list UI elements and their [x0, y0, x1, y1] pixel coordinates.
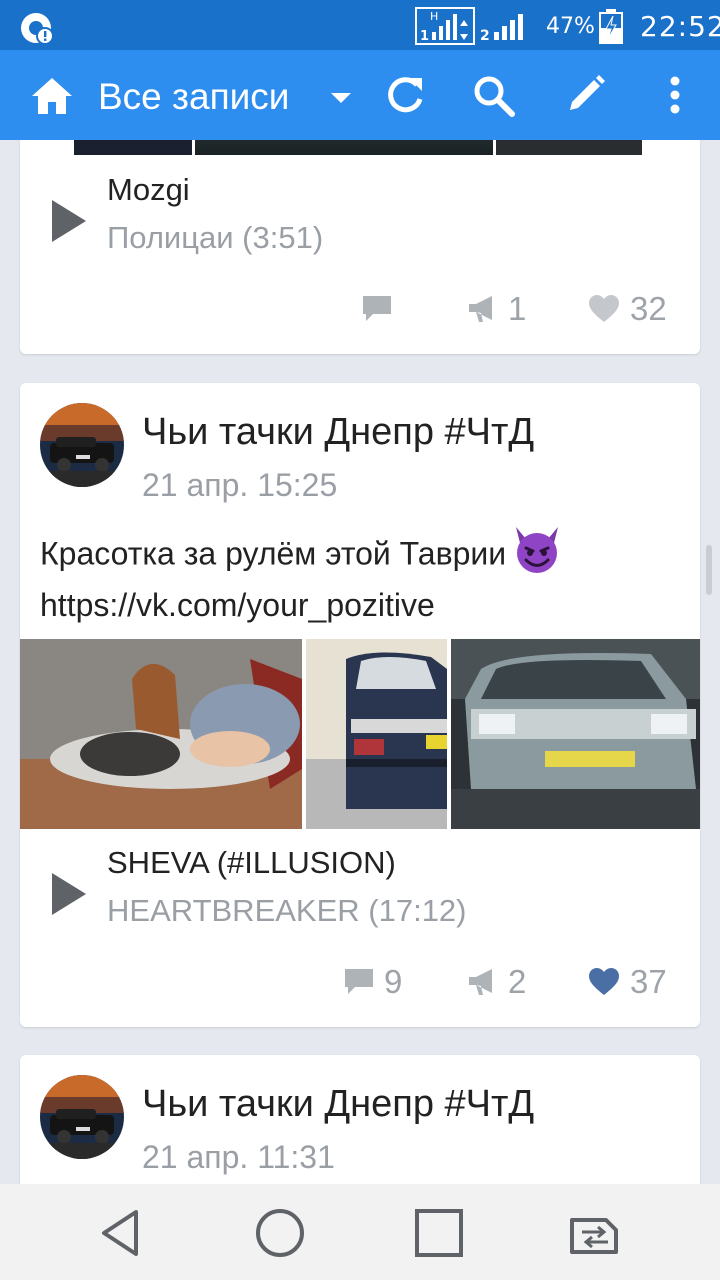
post-text: Красотка за рулём этой Таврии https://vk…	[40, 527, 680, 628]
svg-text:2: 2	[480, 28, 490, 44]
home-icon[interactable]	[28, 72, 76, 120]
comment-count: 9	[384, 963, 403, 1000]
refresh-icon[interactable]	[382, 72, 428, 118]
clock: 22:52	[640, 10, 720, 43]
tavria-rear-photo	[306, 639, 447, 829]
back-icon[interactable]	[96, 1206, 150, 1260]
audio-artist: SHEVA (#ILLUSION)	[107, 845, 396, 880]
home-circle-icon[interactable]	[253, 1206, 307, 1260]
sim2-signal-icon: 2	[480, 14, 523, 44]
repost-button[interactable]: 1	[466, 286, 556, 336]
post-photo[interactable]	[451, 639, 700, 829]
post-card: Mozgi Полицаи (3:51) 1 32	[20, 140, 700, 354]
tavria-front-photo	[451, 639, 700, 829]
car-avatar-image	[40, 1075, 124, 1159]
comment-button[interactable]	[360, 286, 410, 336]
post-header: Чьи тачки Днепр #ЧтД 21 апр. 15:25	[20, 383, 700, 503]
repost-count: 2	[508, 963, 527, 1000]
post-card: Чьи тачки Днепр #ЧтД 21 апр. 11:31	[20, 1055, 700, 1184]
repost-button[interactable]: 2	[466, 959, 556, 1009]
comment-button[interactable]: 9	[342, 959, 422, 1009]
like-button[interactable]: 32	[588, 286, 700, 336]
app-notification-icon	[21, 13, 54, 45]
girl-with-husky-photo	[20, 639, 302, 829]
svg-text:1: 1	[420, 29, 429, 44]
post-author[interactable]: Чьи тачки Днепр #ЧтД	[142, 411, 534, 454]
audio-attachment[interactable]: Mozgi Полицаи (3:51)	[20, 170, 700, 270]
heart-icon	[589, 295, 619, 322]
audio-track: Полицаи (3:51)	[107, 220, 324, 255]
car-avatar-image	[40, 403, 124, 487]
post-photo-strip	[74, 140, 642, 155]
repost-count: 1	[508, 290, 527, 327]
post-link[interactable]: https://vk.com/your_pozitive	[40, 583, 680, 628]
audio-track: HEARTBREAKER (17:12)	[107, 893, 467, 928]
scrollbar[interactable]	[706, 545, 712, 595]
play-icon[interactable]	[52, 873, 86, 915]
post-text-line: Красотка за рулём этой Таврии	[40, 535, 507, 572]
avatar[interactable]	[40, 1075, 124, 1159]
post-actions: 9 2 37	[20, 959, 700, 1009]
post-date: 21 апр. 15:25	[142, 467, 338, 503]
audio-attachment[interactable]: SHEVA (#ILLUSION) HEARTBREAKER (17:12)	[20, 843, 700, 943]
post-photo[interactable]	[20, 639, 302, 829]
news-feed[interactable]: Mozgi Полицаи (3:51) 1 32 Чьи тачки Днеп…	[0, 140, 720, 1184]
post-author[interactable]: Чьи тачки Днепр #ЧтД	[142, 1083, 534, 1126]
post-photo[interactable]	[74, 140, 192, 155]
post-photo-grid	[20, 639, 700, 829]
smiling-devil-emoji-icon	[516, 527, 559, 573]
megaphone-icon	[469, 969, 492, 995]
battery-charging-icon	[599, 9, 623, 44]
sim1-signal-icon: H 1	[415, 7, 475, 45]
post-photo[interactable]	[195, 140, 493, 155]
comment-icon	[345, 969, 373, 994]
avatar[interactable]	[40, 403, 124, 487]
like-count: 37	[630, 963, 667, 1000]
audio-artist: Mozgi	[107, 172, 190, 207]
top-toolbar: Все записи	[0, 50, 720, 140]
post-card: Чьи тачки Днепр #ЧтД 21 апр. 15:25 Красо…	[20, 383, 700, 1027]
chevron-down-icon[interactable]	[328, 90, 354, 106]
more-options-icon[interactable]	[652, 72, 698, 118]
svg-text:H: H	[430, 10, 438, 23]
heart-icon	[589, 968, 619, 995]
battery-percent: 47%	[546, 14, 595, 39]
post-date: 21 апр. 11:31	[142, 1139, 335, 1175]
comment-icon	[363, 296, 391, 321]
edit-pencil-icon[interactable]	[562, 72, 608, 118]
post-actions: 1 32	[20, 286, 700, 336]
status-bar: H 1 2 47% 22:52	[0, 0, 720, 50]
recent-apps-icon[interactable]	[412, 1206, 466, 1260]
feed-filter-title[interactable]: Все записи	[98, 76, 289, 118]
post-photo[interactable]	[306, 639, 447, 829]
system-navigation-bar	[0, 1184, 720, 1280]
like-button[interactable]: 37	[588, 959, 700, 1009]
post-photo[interactable]	[496, 140, 642, 155]
search-icon[interactable]	[470, 72, 516, 118]
play-icon[interactable]	[52, 200, 86, 242]
like-count: 32	[630, 290, 667, 327]
post-header: Чьи тачки Днепр #ЧтД 21 апр. 11:31	[20, 1055, 700, 1175]
megaphone-icon	[469, 296, 492, 322]
switch-sim-icon[interactable]	[568, 1206, 622, 1260]
